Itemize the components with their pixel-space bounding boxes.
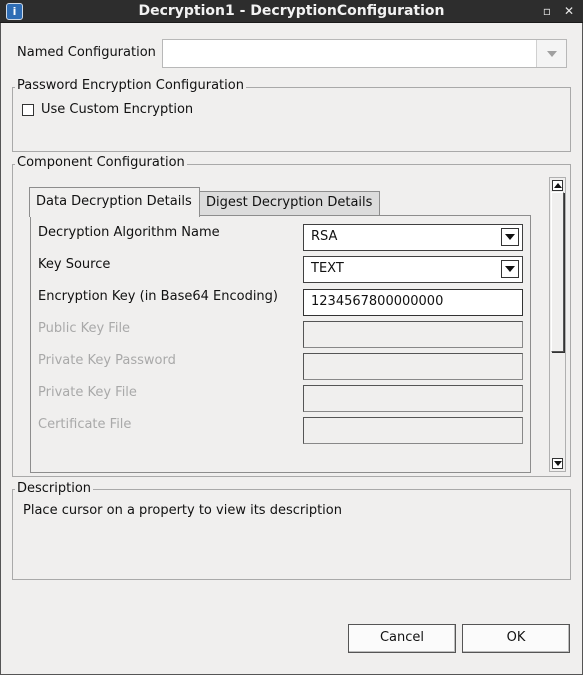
named-configuration-combo[interactable] [162,39,567,68]
key-source-value: TEXT [311,261,344,276]
private-key-file-input[interactable] [303,385,523,412]
tab-digest-decryption-details[interactable]: Digest Decryption Details [199,191,380,216]
tab-data-decryption-details[interactable]: Data Decryption Details [29,187,200,217]
key-source-label: Key Source [38,257,111,272]
use-custom-encryption-label[interactable]: Use Custom Encryption [41,102,193,117]
chevron-down-icon [505,266,515,272]
encryption-key-label: Encryption Key (in Base64 Encoding) [38,289,278,304]
decryption-algorithm-label: Decryption Algorithm Name [38,225,220,240]
private-key-file-label: Private Key File [38,385,137,400]
use-custom-encryption-checkbox[interactable] [22,104,34,116]
description-title: Description [15,481,94,496]
password-encryption-group [12,87,571,152]
decryption-algorithm-select[interactable]: RSA [303,224,523,251]
description-text: Place cursor on a property to view its d… [23,503,342,518]
named-configuration-label: Named Configuration [17,45,156,60]
public-key-file-input[interactable] [303,321,523,348]
private-key-password-input[interactable] [303,353,523,380]
decryption-algorithm-value: RSA [311,229,338,244]
certificate-file-label: Certificate File [38,417,132,432]
named-configuration-dropdown-button[interactable] [536,40,566,67]
vertical-scrollbar[interactable] [549,177,566,472]
ok-button[interactable]: OK [462,624,570,653]
window-title: Decryption1 - DecryptionConfiguration [138,3,445,19]
title-bar: i Decryption1 - DecryptionConfiguration … [0,0,583,23]
key-source-dropdown-button[interactable] [501,260,519,278]
chevron-down-icon [554,461,562,466]
chevron-down-icon [547,51,557,57]
decryption-algorithm-dropdown-button[interactable] [501,228,519,246]
public-key-file-label: Public Key File [38,321,131,336]
encryption-key-value: 1234567800000000 [311,294,444,309]
private-key-password-label: Private Key Password [38,353,176,368]
scroll-thumb[interactable] [551,192,564,352]
key-source-select[interactable]: TEXT [303,256,523,283]
certificate-file-input[interactable] [303,417,523,444]
close-icon[interactable]: ✕ [562,4,576,18]
password-encryption-title: Password Encryption Configuration [15,78,246,93]
encryption-key-input[interactable]: 1234567800000000 [303,289,523,316]
cancel-button[interactable]: Cancel [348,624,456,653]
chevron-down-icon [505,234,515,240]
scroll-down-button[interactable] [552,458,563,469]
chevron-up-icon [554,183,562,188]
component-configuration-title: Component Configuration [15,155,187,170]
scroll-up-button[interactable] [552,180,563,191]
minimize-icon[interactable]: ▫ [540,4,554,18]
